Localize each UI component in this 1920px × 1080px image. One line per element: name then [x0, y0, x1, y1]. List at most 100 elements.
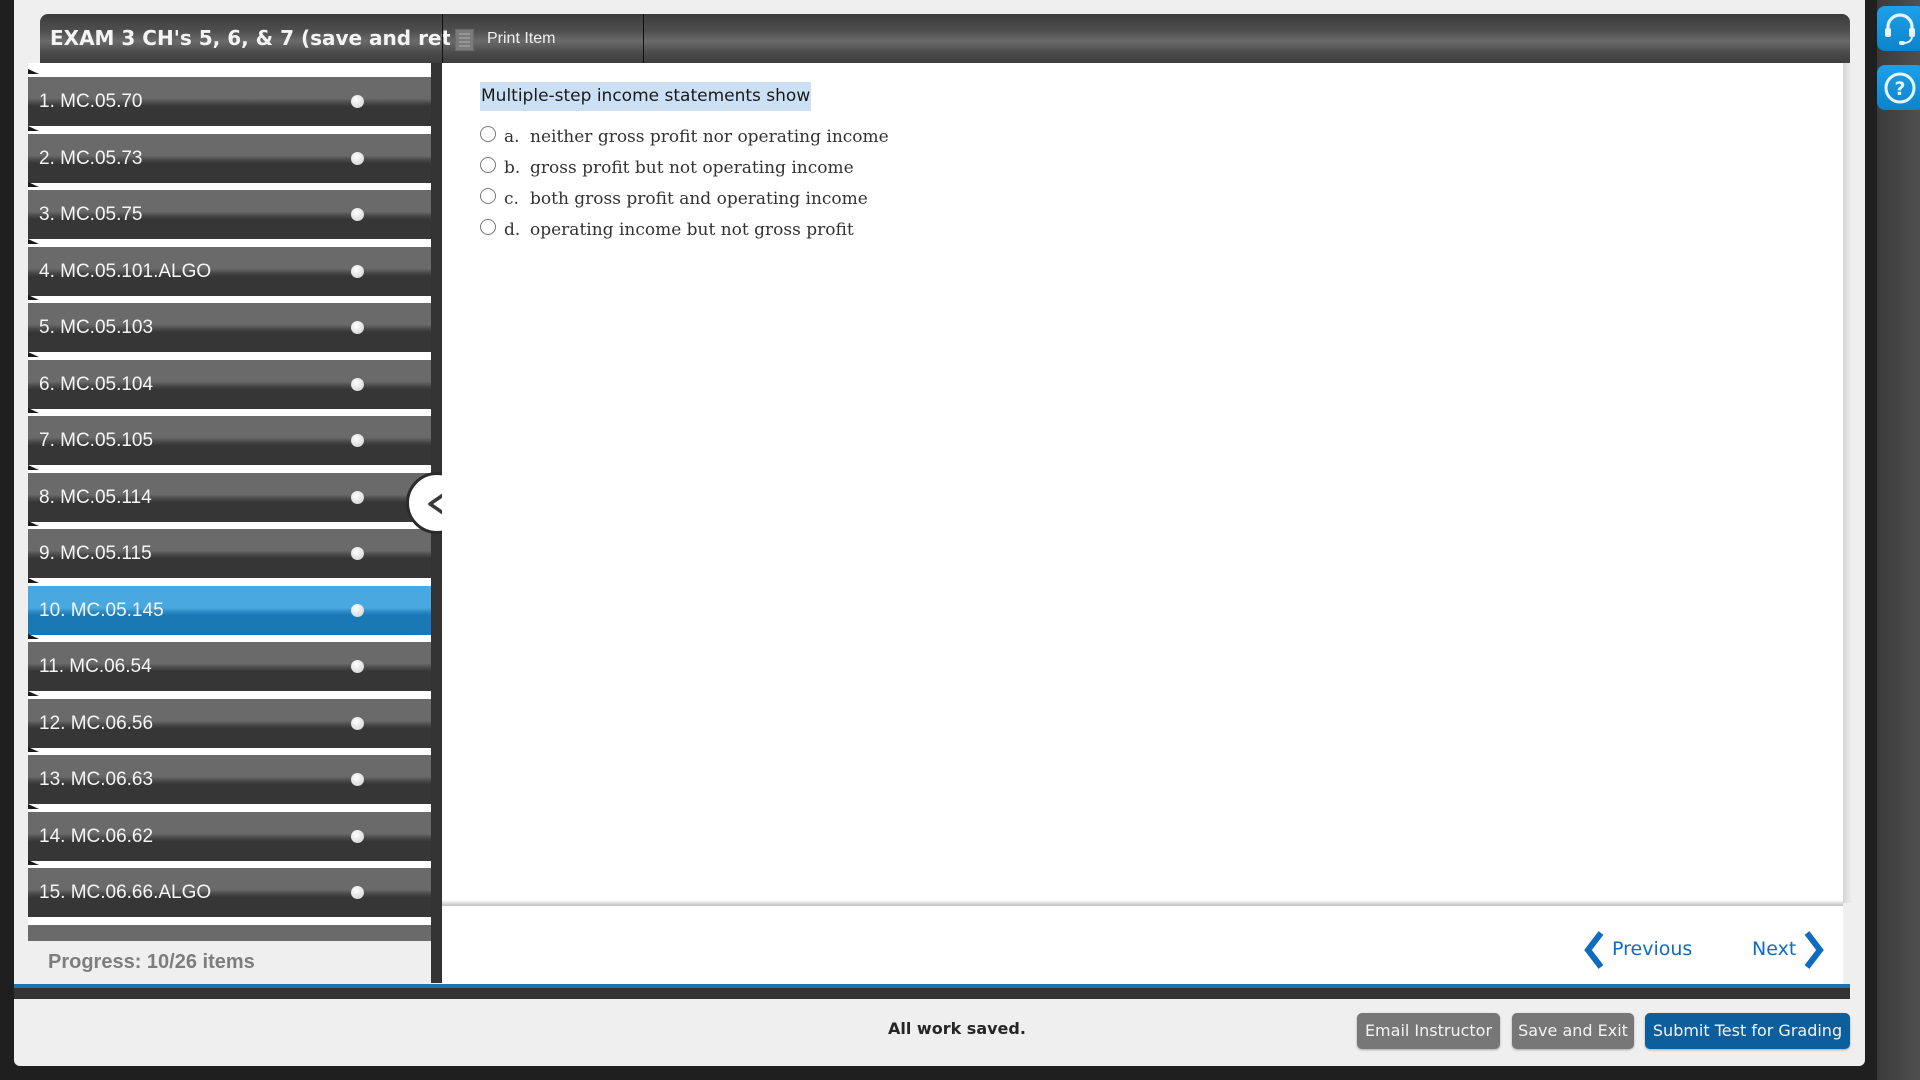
question-list: 1. MC.05.70 2. MC.05.73 3. MC.05.75 4. MC.0… [28, 63, 431, 983]
item-corner-marker [28, 351, 39, 357]
email-instructor-button[interactable]: Email Instructor [1357, 1013, 1500, 1049]
question-item-label: 2. MC.05.73 [39, 147, 143, 169]
submit-test-button[interactable]: Submit Test for Grading [1645, 1013, 1850, 1049]
question-item-label: 11. MC.06.54 [39, 656, 152, 677]
question-item-label: 9. MC.05.115 [39, 543, 152, 564]
item-corner-marker [28, 860, 39, 865]
save-status: All work saved. [888, 1019, 1026, 1038]
status-dot-icon [351, 829, 364, 843]
question-item-label: 5. MC.05.103 [39, 317, 154, 338]
print-item-label: Print Item [487, 30, 556, 47]
question-item-label: 12. MC.06.56 [39, 712, 154, 734]
question-list-item[interactable]: 7. MC.05.105 [28, 408, 431, 465]
question-list-item[interactable]: 1. MC.05.70 [28, 69, 431, 126]
item-corner-marker [28, 238, 39, 244]
question-item-label: 7. MC.05.105 [39, 430, 154, 451]
status-dot-icon [351, 773, 364, 786]
question-list-item[interactable]: 4. MC.05.101.ALGO [28, 238, 431, 296]
footer-dark-bar [14, 988, 1850, 999]
question-list-item-partial[interactable] [28, 925, 431, 941]
choice-letter: a. [504, 127, 520, 147]
item-corner-marker [28, 577, 39, 583]
choice-text: operating income but not gross profit [530, 220, 854, 240]
question-list-item[interactable]: 6. MC.05.104 [28, 351, 431, 409]
chevron-right-icon [1804, 931, 1824, 969]
previous-label: Previous [1612, 938, 1693, 960]
status-dot-icon [351, 208, 364, 221]
question-list-item[interactable]: 8. MC.05.114 [28, 464, 431, 522]
item-corner-marker [28, 408, 39, 413]
question-item-label: 3. MC.05.75 [39, 204, 143, 225]
item-corner-marker [28, 521, 39, 526]
svg-text:?: ? [1894, 78, 1905, 100]
question-item-label: 6. MC.05.104 [39, 373, 154, 395]
item-corner-marker [28, 295, 39, 300]
item-corner-marker [28, 803, 39, 809]
progress-area: Progress: 10/26 items [28, 941, 431, 983]
choice-letter: d. [504, 220, 521, 240]
status-dot-icon [351, 490, 364, 504]
radio-button[interactable] [480, 219, 496, 235]
chevron-left-icon [1584, 931, 1604, 969]
status-dot-icon [351, 264, 364, 278]
print-item-button[interactable]: Print Item [443, 14, 643, 63]
header-divider [643, 14, 644, 63]
item-corner-marker [28, 182, 39, 187]
question-list-item[interactable]: 12. MC.06.56 [28, 690, 431, 748]
radio-button[interactable] [480, 126, 496, 142]
choice-letter: c. [504, 189, 519, 209]
status-dot-icon [351, 95, 364, 108]
content-scrollbar[interactable] [1843, 63, 1851, 903]
item-corner-marker [28, 690, 39, 696]
question-list-item[interactable]: 11. MC.06.54 [28, 634, 431, 691]
question-item-label: 15. MC.06.66.ALGO [39, 882, 212, 903]
status-dot-icon [351, 603, 364, 617]
question-list-item[interactable]: 14. MC.06.62 [28, 803, 431, 861]
help-question-icon: ? [1884, 72, 1916, 104]
question-list-item[interactable]: 3. MC.05.75 [28, 182, 431, 239]
next-label: Next [1752, 938, 1797, 960]
question-list-item[interactable]: 9. MC.05.115 [28, 521, 431, 578]
item-corner-marker [28, 464, 39, 470]
question-prompt: Multiple-step income statements show [480, 82, 812, 111]
support-button[interactable] [1877, 6, 1920, 51]
status-dot-icon [351, 716, 364, 730]
choice-text: gross profit but not operating income [530, 158, 854, 178]
choice-text: both gross profit and operating income [530, 189, 868, 209]
headset-support-icon [1885, 13, 1915, 45]
question-list-item[interactable]: 13. MC.06.63 [28, 747, 431, 804]
status-dot-icon [351, 151, 364, 165]
question-content: Multiple-step income statements show a. n… [442, 63, 1843, 903]
save-and-exit-button[interactable]: Save and Exit [1512, 1013, 1634, 1049]
choice-text: neither gross profit nor operating incom… [530, 127, 889, 147]
question-item-label: 13. MC.06.63 [39, 769, 154, 790]
item-corner-marker [28, 634, 39, 639]
question-item-label: 10. MC.05.145 [39, 599, 164, 621]
question-item-label: 8. MC.05.114 [39, 486, 152, 508]
item-corner-marker [28, 125, 39, 131]
header-bar: EXAM 3 CH's 5, 6, & 7 (save and retu Pri… [40, 14, 1850, 63]
item-corner-marker [28, 747, 39, 752]
progress-text: Progress: 10/26 items [48, 951, 255, 973]
status-dot-icon [351, 434, 364, 447]
question-item-label: 4. MC.05.101.ALGO [39, 260, 212, 282]
question-item-label: 1. MC.05.70 [39, 91, 143, 112]
help-button[interactable]: ? [1877, 65, 1920, 110]
right-rail: ? [1877, 0, 1920, 1080]
next-button[interactable]: Next [1752, 930, 1832, 970]
status-dot-icon [351, 886, 364, 899]
question-nav-footer: Previous Next [442, 906, 1843, 984]
radio-button[interactable] [480, 188, 496, 204]
status-dot-icon [351, 377, 364, 391]
question-list-item[interactable]: 2. MC.05.73 [28, 125, 431, 183]
item-corner-marker [28, 69, 39, 74]
question-list-item[interactable]: 5. MC.05.103 [28, 295, 431, 352]
question-list-item[interactable]: 10. MC.05.145 [28, 577, 431, 635]
question-list-item[interactable]: 15. MC.06.66.ALGO [28, 860, 431, 917]
exam-title: EXAM 3 CH's 5, 6, & 7 (save and retu [50, 26, 450, 50]
choice-letter: b. [504, 158, 521, 178]
radio-button[interactable] [480, 157, 496, 173]
question-item-label: 14. MC.06.62 [39, 825, 154, 847]
status-dot-icon [351, 547, 364, 560]
document-print-icon [455, 29, 474, 51]
